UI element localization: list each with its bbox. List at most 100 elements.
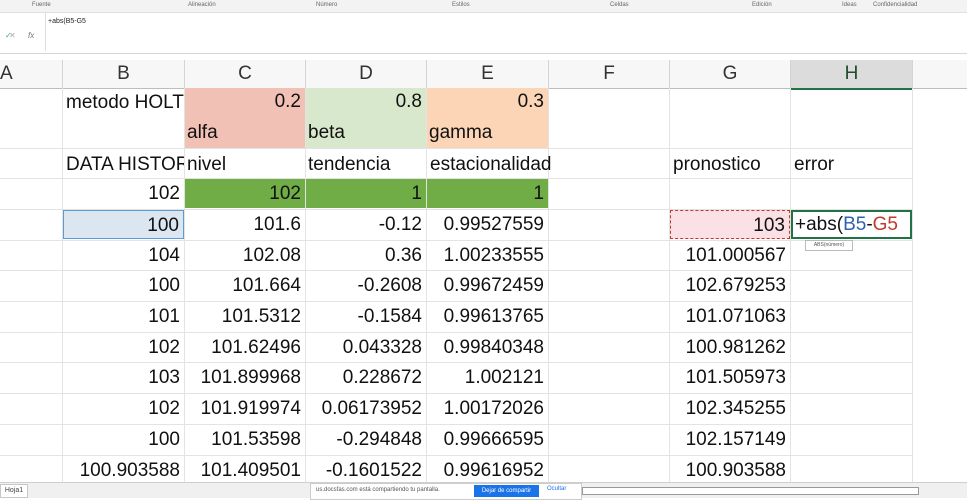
cell-d5[interactable]: -0.12 xyxy=(306,210,426,239)
grid-divider xyxy=(0,53,967,54)
cell-e8[interactable]: 0.99613765 xyxy=(427,302,548,331)
cell-b7[interactable]: 100 xyxy=(63,271,184,300)
ribbon-group-styles[interactable]: Estilos xyxy=(452,2,470,8)
beta-cell[interactable]: 0.8 beta xyxy=(306,88,426,148)
horizontal-scrollbar[interactable] xyxy=(582,487,919,495)
ribbon-group-ideas[interactable]: Ideas xyxy=(842,2,857,8)
cell-e10[interactable]: 1.002121 xyxy=(427,363,548,392)
ribbon-group-font[interactable]: Fuente xyxy=(32,2,51,8)
cell-g10[interactable]: 101.505973 xyxy=(670,363,790,392)
beta-label: beta xyxy=(308,122,345,143)
cell-c5[interactable]: 101.6 xyxy=(185,210,305,239)
formula-bar-buttons: ✕ ✓ fx xyxy=(0,27,45,47)
cell-d4[interactable]: 1 xyxy=(306,179,426,208)
hide-link[interactable]: Ocultar xyxy=(547,486,566,492)
cell-g9[interactable]: 100.981262 xyxy=(670,333,790,362)
gamma-value: 0.3 xyxy=(517,91,544,112)
cell-g12[interactable]: 102.157149 xyxy=(670,425,790,454)
formula-input[interactable]: +abs(B5-G5 xyxy=(48,18,86,25)
cell-c7[interactable]: 101.664 xyxy=(185,271,305,300)
cell-c12[interactable]: 101.53598 xyxy=(185,425,305,454)
cell-d9[interactable]: 0.043328 xyxy=(306,333,426,362)
cell-c11[interactable]: 101.919974 xyxy=(185,394,305,423)
ribbon-group-editing[interactable]: Edición xyxy=(752,2,772,8)
header-data-historica[interactable]: DATA HISTORICA xyxy=(66,154,184,176)
column-header-c[interactable]: C xyxy=(185,60,306,89)
cell-d10[interactable]: 0.228672 xyxy=(306,363,426,392)
cell-e11[interactable]: 1.00172026 xyxy=(427,394,548,423)
alfa-label: alfa xyxy=(187,122,218,143)
cell-d8[interactable]: -0.1584 xyxy=(306,302,426,331)
cell-e9[interactable]: 0.99840348 xyxy=(427,333,548,362)
alfa-cell[interactable]: 0.2 alfa xyxy=(185,88,305,148)
column-header-blank xyxy=(913,60,967,89)
cell-d7[interactable]: -0.2608 xyxy=(306,271,426,300)
ribbon-group-cells[interactable]: Celdas xyxy=(610,2,629,8)
cell-c9[interactable]: 101.62496 xyxy=(185,333,305,362)
formula-ref-b5: B5 xyxy=(843,214,867,235)
header-pronostico[interactable]: pronostico xyxy=(673,154,789,176)
cell-b13[interactable]: 100.903588 xyxy=(63,456,184,485)
cell-b6[interactable]: 104 xyxy=(63,241,184,270)
stop-sharing-button[interactable]: Dejar de compartir xyxy=(474,485,539,497)
ribbon-group-alignment[interactable]: Alineación xyxy=(188,2,216,8)
function-icon[interactable]: fx xyxy=(28,31,34,40)
cell-g11[interactable]: 102.345255 xyxy=(670,394,790,423)
formula-bar-divider xyxy=(45,13,46,51)
cell-d11[interactable]: 0.06173952 xyxy=(306,394,426,423)
function-tooltip[interactable]: ABS(número) xyxy=(805,240,853,251)
ribbon-group-number[interactable]: Número xyxy=(316,2,337,8)
cell-c4[interactable]: 102 xyxy=(185,179,305,208)
cell-d12[interactable]: -0.294848 xyxy=(306,425,426,454)
ribbon-group-privacy[interactable]: Confidencialidad xyxy=(873,2,917,8)
column-header-b[interactable]: B xyxy=(63,60,185,89)
header-error[interactable]: error xyxy=(794,154,911,176)
column-header-e[interactable]: E xyxy=(427,60,549,89)
gridline xyxy=(0,148,913,149)
cell-b10[interactable]: 103 xyxy=(63,363,184,392)
cell-e6[interactable]: 1.00233555 xyxy=(427,241,548,270)
screen-share-bar: us.docsfas.com está compartiendo tu pant… xyxy=(310,483,582,500)
cell-b9[interactable]: 102 xyxy=(63,333,184,362)
cell-e7[interactable]: 0.99672459 xyxy=(427,271,548,300)
column-header-a[interactable]: A xyxy=(0,60,63,89)
column-header-g[interactable]: G xyxy=(670,60,791,89)
header-nivel[interactable]: nivel xyxy=(187,154,304,176)
cell-e12[interactable]: 0.99666595 xyxy=(427,425,548,454)
formula-prefix: +abs( xyxy=(795,214,844,235)
enter-icon[interactable]: ✓ xyxy=(5,31,12,40)
editing-cell-h5[interactable]: +abs(B5-G5 xyxy=(791,210,912,239)
cell-g5[interactable]: 103 xyxy=(670,210,790,239)
cell-e4[interactable]: 1 xyxy=(427,179,548,208)
formula-bar: ✕ ✓ fx +abs(B5-G5 xyxy=(0,13,967,53)
column-header-h[interactable]: H xyxy=(791,60,913,90)
cell-b12[interactable]: 100 xyxy=(63,425,184,454)
cell-b11[interactable]: 102 xyxy=(63,394,184,423)
gamma-label: gamma xyxy=(429,122,493,143)
cell-g13[interactable]: 100.903588 xyxy=(670,456,790,485)
gamma-cell[interactable]: 0.3 gamma xyxy=(427,88,548,148)
cell-c10[interactable]: 101.899968 xyxy=(185,363,305,392)
header-tendencia[interactable]: tendencia xyxy=(308,154,425,176)
cell-e5[interactable]: 0.99527559 xyxy=(427,210,548,239)
formula-ref-g5: G5 xyxy=(872,214,898,235)
cell-g6[interactable]: 101.000567 xyxy=(670,241,790,270)
ribbon-group-bar: Fuente Alineación Número Estilos Celdas … xyxy=(0,0,967,13)
cell-g8[interactable]: 101.071063 xyxy=(670,302,790,331)
beta-value: 0.8 xyxy=(395,91,422,112)
cell-c6[interactable]: 102.08 xyxy=(185,241,305,270)
column-header-d[interactable]: D xyxy=(306,60,427,89)
column-header-f[interactable]: F xyxy=(549,60,670,89)
cell-c13[interactable]: 101.409501 xyxy=(185,456,305,485)
cell-d13[interactable]: -0.1601522 xyxy=(306,456,426,485)
method-label-cell[interactable]: metodo HOLT xyxy=(66,92,184,114)
cell-g7[interactable]: 102.679253 xyxy=(670,271,790,300)
cell-e13[interactable]: 0.99616952 xyxy=(427,456,548,485)
header-estacionalidad[interactable]: estacionalidad xyxy=(430,154,570,176)
sheet-tab-hoja1[interactable]: Hoja1 xyxy=(0,484,28,498)
cell-b5[interactable]: 100 xyxy=(63,210,184,239)
cell-c8[interactable]: 101.5312 xyxy=(185,302,305,331)
cell-b8[interactable]: 101 xyxy=(63,302,184,331)
cell-d6[interactable]: 0.36 xyxy=(306,241,426,270)
cell-b4[interactable]: 102 xyxy=(63,179,184,208)
